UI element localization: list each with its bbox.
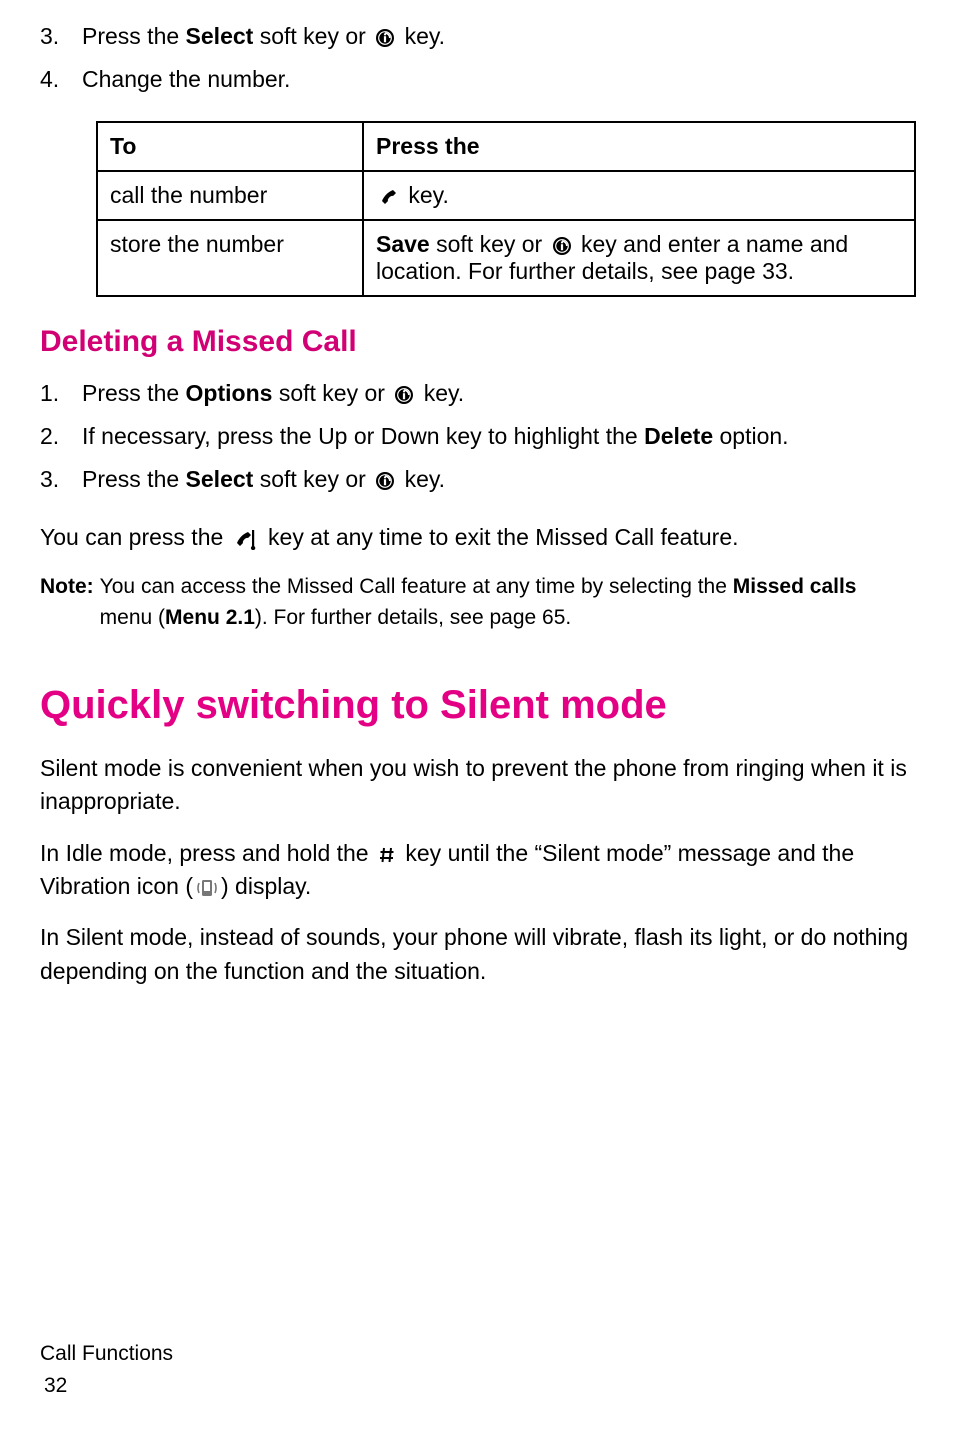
list-item: 1. Press the Options soft key or key. <box>40 377 914 410</box>
i-key-icon <box>394 385 414 405</box>
item-body: Change the number. <box>82 63 914 96</box>
steps-before-table: 3. Press the Select soft key or key. 4. … <box>40 20 914 97</box>
table-header: Press the <box>363 122 915 171</box>
table-header-row: To Press the <box>97 122 915 171</box>
table-row: call the number key. <box>97 171 915 220</box>
text: Press the <box>82 23 186 49</box>
vibration-icon <box>196 877 218 899</box>
table-cell: store the number <box>97 220 363 296</box>
table-cell: Save soft key or key and enter a name an… <box>363 220 915 296</box>
note-label: Note: <box>40 572 94 633</box>
item-body: Press the Select soft key or key. <box>82 20 914 53</box>
text: If necessary, press the Up or Down key t… <box>82 423 644 449</box>
bold-text: Menu 2.1 <box>165 606 255 629</box>
list-item: 3. Press the Select soft key or key. <box>40 20 914 53</box>
text: ) display. <box>221 873 311 899</box>
bold-text: Save <box>376 231 430 257</box>
hash-key-icon <box>378 845 396 865</box>
i-key-icon <box>375 471 395 491</box>
item-body: If necessary, press the Up or Down key t… <box>82 420 914 453</box>
text: ). For further details, see page 65. <box>255 606 571 629</box>
text: option. <box>713 423 788 449</box>
paragraph-silent-behavior: In Silent mode, instead of sounds, your … <box>40 921 914 988</box>
text: menu ( <box>100 606 165 629</box>
text: soft key or <box>430 231 549 257</box>
text: In Idle mode, press and hold the <box>40 840 375 866</box>
item-body: Press the Select soft key or key. <box>82 463 914 496</box>
text: key. <box>398 23 445 49</box>
list-item: 2. If necessary, press the Up or Down ke… <box>40 420 914 453</box>
item-number: 4. <box>40 63 82 96</box>
text: soft key or <box>253 466 372 492</box>
i-key-icon <box>552 236 572 256</box>
bold-text: Options <box>186 380 273 406</box>
call-key-icon <box>379 187 399 207</box>
table-header: To <box>97 122 363 171</box>
text: key. <box>398 466 445 492</box>
table-cell: call the number <box>97 171 363 220</box>
section-name: Call Functions <box>40 1338 173 1370</box>
note-block: Note: You can access the Missed Call fea… <box>40 572 914 633</box>
bold-text: Select <box>186 23 254 49</box>
text: soft key or <box>253 23 372 49</box>
i-key-icon <box>375 28 395 48</box>
bold-text: Select <box>186 466 254 492</box>
item-number: 1. <box>40 377 82 410</box>
list-item: 3. Press the Select soft key or key. <box>40 463 914 496</box>
text: key. <box>417 380 464 406</box>
text: You can press the <box>40 524 230 550</box>
bold-text: Missed calls <box>733 575 857 598</box>
page-footer: Call Functions 32 <box>40 1338 173 1401</box>
paragraph-silent-intro: Silent mode is convenient when you wish … <box>40 752 914 819</box>
action-table: To Press the call the number key. store … <box>96 121 916 297</box>
paragraph-silent-howto: In Idle mode, press and hold the key unt… <box>40 837 914 904</box>
list-item: 4. Change the number. <box>40 63 914 96</box>
text: Press the <box>82 466 186 492</box>
text: soft key or <box>272 380 391 406</box>
text: You can access the Missed Call feature a… <box>100 575 733 598</box>
item-number: 3. <box>40 463 82 496</box>
bold-text: Delete <box>644 423 713 449</box>
table-cell: key. <box>363 171 915 220</box>
end-call-key-icon <box>233 528 259 550</box>
text: key at any time to exit the Missed Call … <box>262 524 739 550</box>
text: Press the <box>82 380 186 406</box>
heading-quickly-switching-silent: Quickly switching to Silent mode <box>40 683 914 728</box>
item-number: 3. <box>40 20 82 53</box>
item-body: Press the Options soft key or key. <box>82 377 914 410</box>
text: key. <box>402 182 449 208</box>
steps-deleting: 1. Press the Options soft key or key. 2.… <box>40 377 914 497</box>
item-number: 2. <box>40 420 82 453</box>
note-body: You can access the Missed Call feature a… <box>94 572 914 633</box>
heading-deleting-missed-call: Deleting a Missed Call <box>40 325 914 359</box>
table-row: store the number Save soft key or key an… <box>97 220 915 296</box>
paragraph-exit-missed-call: You can press the key at any time to exi… <box>40 521 914 554</box>
page-number: 32 <box>44 1370 173 1402</box>
